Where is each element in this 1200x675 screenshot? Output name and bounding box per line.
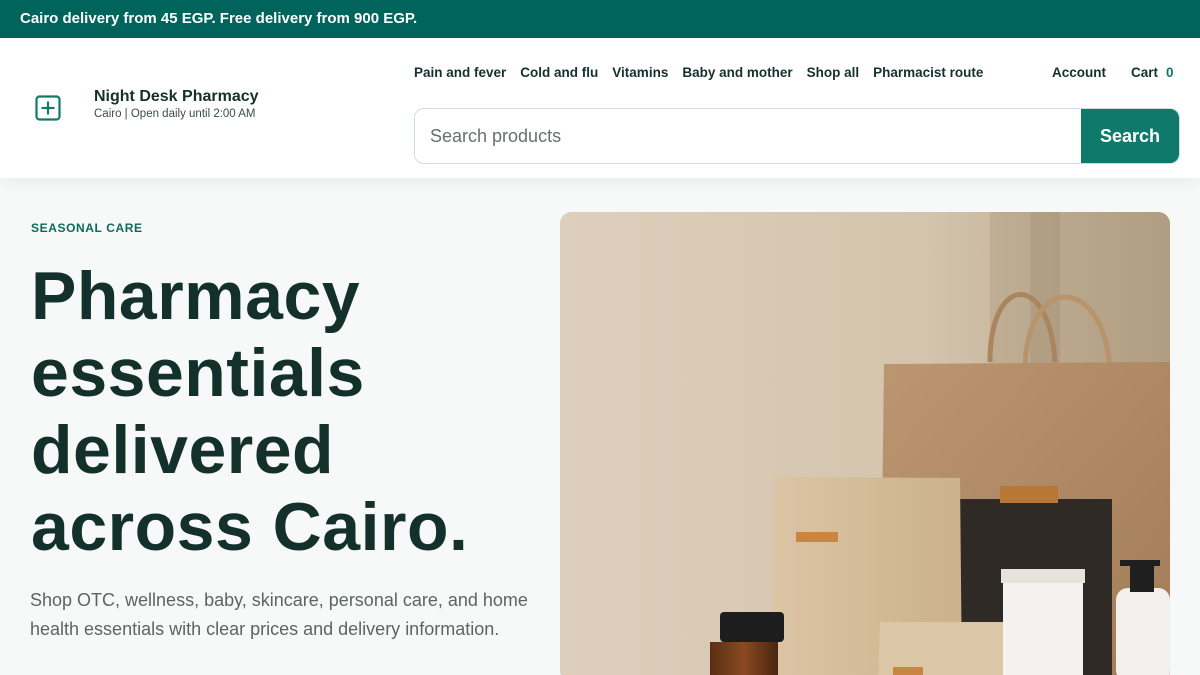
nav-item-cold-and-flu[interactable]: Cold and flu (520, 65, 598, 80)
cart-label: Cart (1131, 65, 1159, 80)
search-input[interactable] (415, 109, 1081, 163)
promo-text: Cairo delivery from 45 EGP. Free deliver… (20, 10, 418, 27)
nav-item-baby-and-mother[interactable]: Baby and mother (682, 65, 792, 80)
hero-headline: Pharmacy essentials delivered across Cai… (31, 258, 469, 565)
hero-description: Shop OTC, wellness, baby, skincare, pers… (30, 590, 528, 639)
search-button[interactable]: Search (1081, 109, 1179, 163)
site-header: Night Desk Pharmacy Cairo | Open daily u… (0, 38, 1200, 178)
account-link[interactable]: Account (1052, 65, 1106, 80)
plus-box-icon (35, 95, 61, 121)
hero-eyebrow: SEASONAL CARE (31, 221, 143, 235)
brand-subtitle: Cairo | Open daily until 2:00 AM (94, 108, 256, 120)
nav-item-pharmacist-route[interactable]: Pharmacist route (873, 65, 983, 80)
main-nav: Pain and fever Cold and flu Vitamins Bab… (414, 65, 983, 80)
brand-name[interactable]: Night Desk Pharmacy (94, 88, 259, 106)
search-bar: Search (414, 108, 1180, 164)
promo-banner: Cairo delivery from 45 EGP. Free deliver… (0, 0, 1200, 38)
nav-item-shop-all[interactable]: Shop all (807, 65, 860, 80)
cart-count: 0 (1166, 65, 1174, 80)
hero-product-image (560, 212, 1170, 675)
nav-item-vitamins[interactable]: Vitamins (612, 65, 668, 80)
nav-item-pain-and-fever[interactable]: Pain and fever (414, 65, 506, 80)
cart-link[interactable]: Cart 0 (1131, 65, 1174, 80)
product-photo-illustration (560, 212, 1170, 675)
